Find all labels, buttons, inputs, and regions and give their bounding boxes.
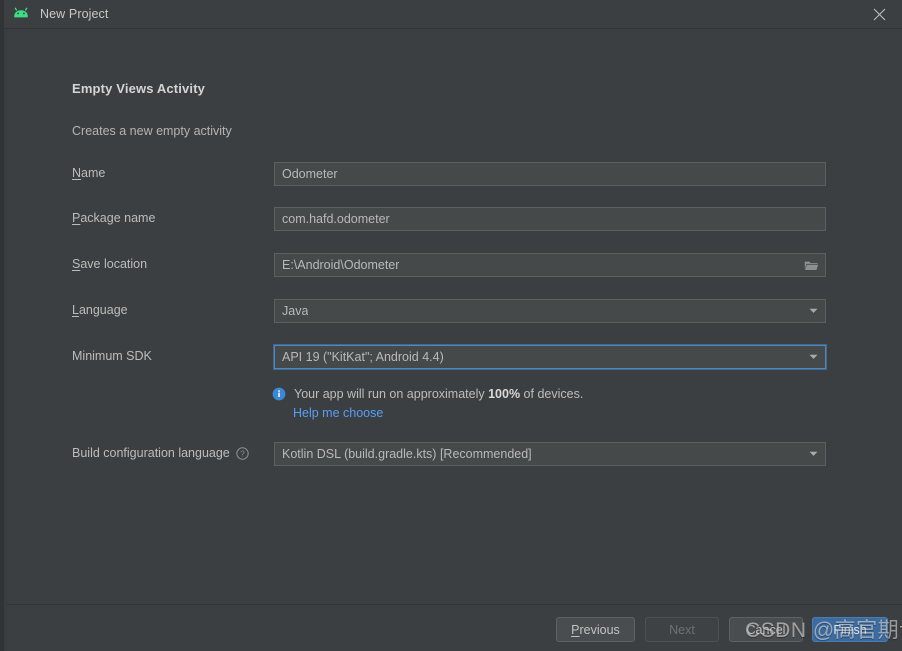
info-icon — [272, 387, 286, 404]
finish-button[interactable]: Finish — [812, 617, 888, 642]
label-save-location: Save location — [72, 257, 148, 271]
dialog-footer: Previous Next Cancel Finish — [0, 604, 902, 651]
previous-button[interactable]: Previous — [556, 617, 635, 642]
language-dropdown[interactable]: Java — [274, 299, 826, 323]
save-location-input[interactable]: E:\Android\Odometer — [274, 253, 826, 277]
template-description: Creates a new empty activity — [72, 124, 232, 138]
row-name: Name Odometer — [0, 162, 902, 186]
folder-icon[interactable] — [800, 254, 822, 276]
row-package-name: Package name com.hafd.odometer — [0, 207, 902, 231]
chevron-down-icon — [803, 443, 823, 465]
svg-text:?: ? — [240, 450, 245, 459]
device-coverage-info: Your app will run on approximately 100% … — [272, 386, 583, 404]
row-save-location: Save location E:\Android\Odometer — [0, 253, 902, 277]
package-name-input[interactable]: com.hafd.odometer — [274, 207, 826, 231]
build-configuration-language-dropdown[interactable]: Kotlin DSL (build.gradle.kts) [Recommend… — [274, 442, 826, 466]
window-title: New Project — [40, 7, 109, 21]
cancel-button[interactable]: Cancel — [729, 617, 803, 642]
dialog-body: Empty Views Activity Creates a new empty… — [0, 29, 902, 604]
chevron-down-icon — [803, 346, 823, 368]
android-robot-icon — [12, 5, 30, 23]
label-build-configuration-language: Build configuration language? — [72, 442, 249, 464]
label-name: Name — [72, 166, 106, 180]
chevron-down-icon — [803, 300, 823, 322]
row-language: Language Java — [0, 299, 902, 323]
label-package-name: Package name — [72, 211, 156, 225]
close-icon[interactable] — [856, 0, 902, 29]
row-minimum-sdk: Minimum SDK API 19 ("KitKat"; Android 4.… — [0, 345, 902, 369]
name-input[interactable]: Odometer — [274, 162, 826, 186]
template-title: Empty Views Activity — [72, 81, 206, 96]
next-button[interactable]: Next — [645, 617, 719, 642]
device-coverage-text: Your app will run on approximately 100% … — [294, 387, 584, 401]
title-bar: New Project — [0, 0, 902, 29]
minimum-sdk-dropdown[interactable]: API 19 ("KitKat"; Android 4.4) — [274, 345, 826, 369]
label-minimum-sdk: Minimum SDK — [72, 349, 152, 363]
question-mark-icon[interactable]: ? — [236, 447, 249, 460]
label-language: Language — [72, 303, 128, 317]
new-project-dialog: New Project Empty Views Activity Creates… — [0, 0, 902, 651]
help-me-choose-link[interactable]: Help me choose — [293, 406, 383, 420]
row-build-configuration-language: Build configuration language? Kotlin DSL… — [0, 442, 902, 466]
